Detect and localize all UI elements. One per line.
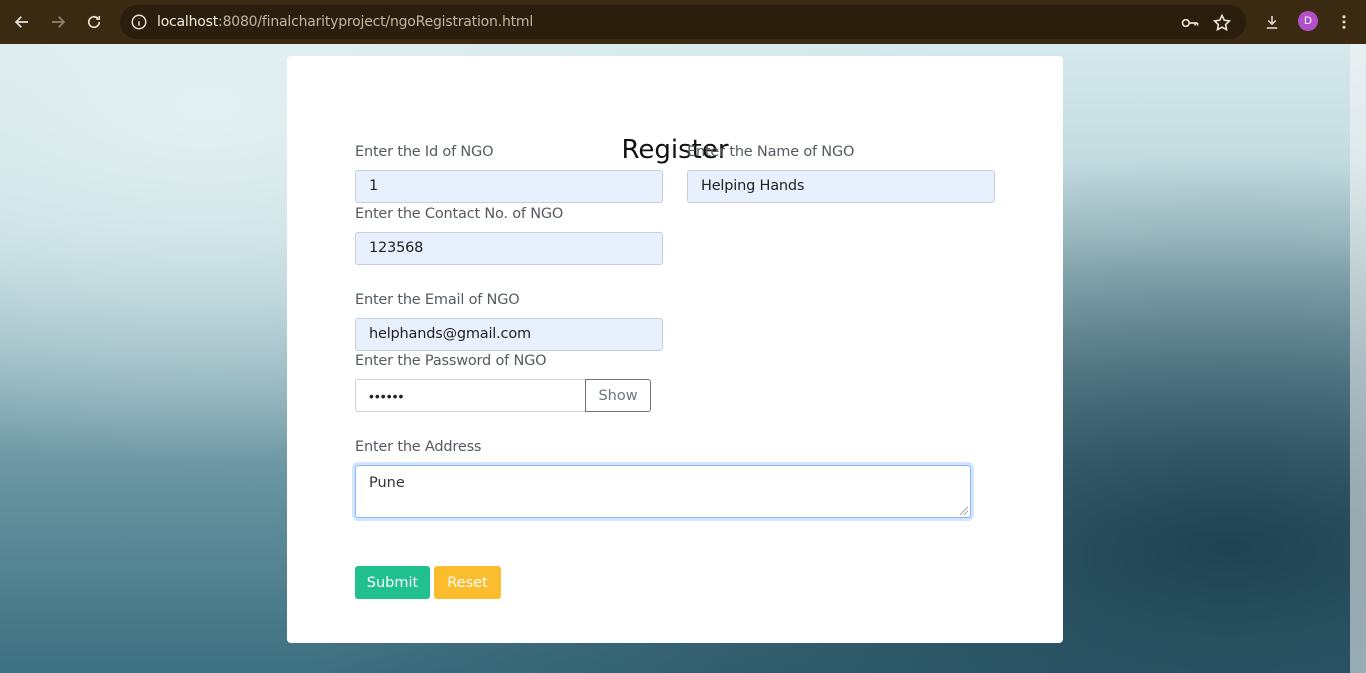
download-icon[interactable] — [1258, 8, 1286, 36]
ngo-email-label: Enter the Email of NGO — [355, 292, 520, 308]
submit-button[interactable]: Submit — [355, 566, 430, 599]
url-path: :8080/finalcharityproject/ngoRegistratio… — [218, 14, 534, 30]
ngo-name-label: Enter the Name of NGO — [687, 144, 855, 160]
url-text[interactable]: localhost:8080/finalcharityproject/ngoRe… — [157, 14, 533, 30]
info-icon[interactable] — [130, 13, 148, 31]
ngo-password-input[interactable]: •••••• — [355, 379, 586, 412]
address-textarea[interactable]: Pune — [355, 465, 971, 518]
reload-icon[interactable] — [80, 8, 108, 36]
forward-icon[interactable] — [44, 8, 72, 36]
show-password-button[interactable]: Show — [585, 379, 651, 412]
ngo-name-input[interactable]: Helping Hands — [687, 170, 995, 203]
reset-button[interactable]: Reset — [434, 566, 501, 599]
ngo-contact-input[interactable]: 123568 — [355, 232, 663, 265]
key-icon[interactable] — [1180, 13, 1200, 33]
address-bar[interactable]: localhost:8080/finalcharityproject/ngoRe… — [120, 5, 1246, 39]
ngo-id-label: Enter the Id of NGO — [355, 144, 494, 160]
ngo-contact-label: Enter the Contact No. of NGO — [355, 206, 564, 222]
address-value: Pune — [369, 475, 405, 491]
more-icon[interactable] — [1330, 8, 1358, 36]
resize-grip-icon[interactable] — [960, 507, 968, 515]
star-icon[interactable] — [1212, 13, 1232, 33]
address-label: Enter the Address — [355, 439, 482, 455]
url-host: localhost — [157, 14, 219, 30]
scrollbar[interactable] — [1350, 44, 1366, 673]
profile-avatar[interactable]: D — [1298, 11, 1318, 31]
back-icon[interactable] — [8, 8, 36, 36]
ngo-id-input[interactable]: 1 — [355, 170, 663, 203]
ngo-email-input[interactable]: helphands@gmail.com — [355, 318, 663, 351]
ngo-password-label: Enter the Password of NGO — [355, 353, 547, 369]
browser-toolbar: localhost:8080/finalcharityproject/ngoRe… — [0, 0, 1366, 44]
